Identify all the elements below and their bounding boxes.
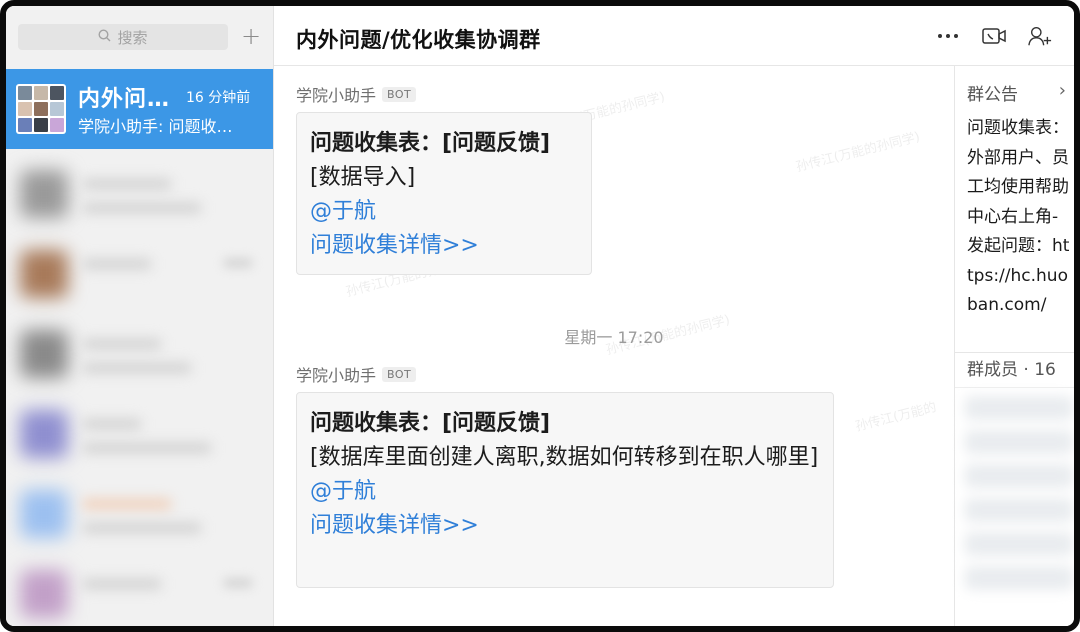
conversation-item-active[interactable]: 内外问… 16 分钟前 学院小助手: 问题收… bbox=[6, 69, 273, 149]
member-item[interactable] bbox=[965, 464, 1073, 488]
add-member-icon[interactable] bbox=[1028, 24, 1052, 48]
message-body: [数据导入] bbox=[310, 165, 416, 190]
message-bubble: 问题收集表：[问题反馈] [数据库里面创建人离职,数据如何转移到在职人哪里] @… bbox=[296, 392, 834, 588]
conversation-item[interactable] bbox=[6, 316, 273, 396]
avatar bbox=[20, 170, 68, 218]
member-item[interactable] bbox=[965, 498, 1073, 522]
message-sender: 学院小助手 BOT bbox=[296, 362, 417, 386]
members-label[interactable]: 群成员 · 16 bbox=[955, 352, 1074, 388]
time-divider: 星期一 17:20 bbox=[564, 328, 664, 347]
avatar bbox=[20, 570, 68, 618]
more-icon[interactable] bbox=[936, 24, 960, 48]
blurred-text bbox=[82, 578, 162, 590]
bot-badge: BOT bbox=[382, 86, 417, 102]
message-body: [数据库里面创建人离职,数据如何转移到在职人哪里] bbox=[310, 445, 819, 470]
conversation-list-blurred bbox=[6, 156, 273, 626]
conversation-item[interactable] bbox=[6, 156, 273, 236]
mention-link[interactable]: @于航 bbox=[310, 195, 577, 229]
chevron-right-icon[interactable]: › bbox=[1059, 80, 1066, 101]
search-input[interactable]: 搜索 bbox=[18, 24, 228, 50]
notice-title[interactable]: 群公告 bbox=[967, 80, 1018, 105]
details-link[interactable]: 问题收集详情>> bbox=[310, 229, 577, 263]
avatar bbox=[20, 330, 68, 378]
member-item[interactable] bbox=[965, 566, 1073, 590]
blurred-text bbox=[82, 362, 192, 374]
blurred-time bbox=[223, 258, 253, 268]
add-conversation-button[interactable]: + bbox=[238, 22, 264, 50]
search-placeholder: 搜索 bbox=[117, 28, 148, 47]
message-heading: 问题收集表：[问题反馈] bbox=[310, 411, 551, 436]
plus-icon: + bbox=[240, 22, 262, 50]
chat-panel: 内外问题/优化收集协调群 孙传江(万能的孙同学) 孙传江(万能的孙同学) 孙传江… bbox=[274, 6, 1074, 626]
chat-header: 内外问题/优化收集协调群 bbox=[274, 6, 1074, 66]
details-link[interactable]: 问题收集详情>> bbox=[310, 509, 819, 543]
bot-badge: BOT bbox=[382, 366, 417, 382]
blurred-text bbox=[82, 522, 202, 534]
sender-name: 学院小助手 bbox=[296, 86, 377, 105]
conversation-item[interactable] bbox=[6, 396, 273, 476]
conversation-item[interactable] bbox=[6, 236, 273, 316]
app-window: 搜索 + 内外问… 16 分钟前 学院小助手: 问题收… 内外问题/优化收集协调… bbox=[0, 0, 1080, 632]
watermark: 孙传江(万能的孙同学) bbox=[794, 129, 922, 176]
conversation-item[interactable] bbox=[6, 476, 273, 556]
blurred-text bbox=[82, 418, 142, 430]
mention-link[interactable]: @于航 bbox=[310, 475, 819, 509]
member-item[interactable] bbox=[965, 396, 1073, 420]
blurred-text bbox=[82, 442, 212, 454]
avatar bbox=[20, 410, 68, 458]
conversation-item[interactable] bbox=[6, 556, 273, 626]
blurred-text bbox=[82, 178, 172, 190]
group-info-panel: 群公告 › 问题收集表：外部用户、员工均使用帮助中心右上角-发起问题：https… bbox=[954, 66, 1074, 626]
blurred-text bbox=[82, 202, 202, 214]
conversation-time: 16 分钟前 bbox=[186, 90, 251, 106]
message-bubble: 问题收集表：[问题反馈] [数据导入] @于航 问题收集详情>> bbox=[296, 112, 592, 275]
member-list-blurred bbox=[965, 396, 1073, 626]
conversation-preview: 学院小助手: 问题收… bbox=[78, 117, 233, 136]
group-avatar bbox=[16, 84, 66, 134]
video-call-icon[interactable] bbox=[982, 24, 1006, 48]
blurred-text bbox=[82, 338, 162, 350]
chat-title: 内外问题/优化收集协调群 bbox=[296, 28, 541, 52]
blurred-text bbox=[82, 498, 172, 510]
member-item[interactable] bbox=[965, 532, 1073, 556]
notice-text: 问题收集表：外部用户、员工均使用帮助中心右上角-发起问题：https://hc.… bbox=[967, 118, 1070, 315]
conversation-sidebar: 搜索 + 内外问… 16 分钟前 学院小助手: 问题收… bbox=[6, 6, 274, 626]
search-row: 搜索 + bbox=[18, 22, 268, 52]
conversation-title: 内外问… bbox=[78, 87, 171, 112]
message-sender: 学院小助手 BOT bbox=[296, 82, 417, 106]
message-heading: 问题收集表：[问题反馈] bbox=[310, 131, 551, 156]
blurred-text bbox=[82, 258, 152, 270]
watermark: 孙传江(万能的 bbox=[853, 400, 939, 435]
sender-name: 学院小助手 bbox=[296, 366, 377, 385]
blurred-time bbox=[223, 578, 253, 588]
member-item[interactable] bbox=[965, 430, 1073, 454]
avatar bbox=[20, 490, 68, 538]
avatar bbox=[20, 250, 68, 298]
search-icon bbox=[98, 28, 111, 46]
header-actions bbox=[936, 24, 1052, 48]
